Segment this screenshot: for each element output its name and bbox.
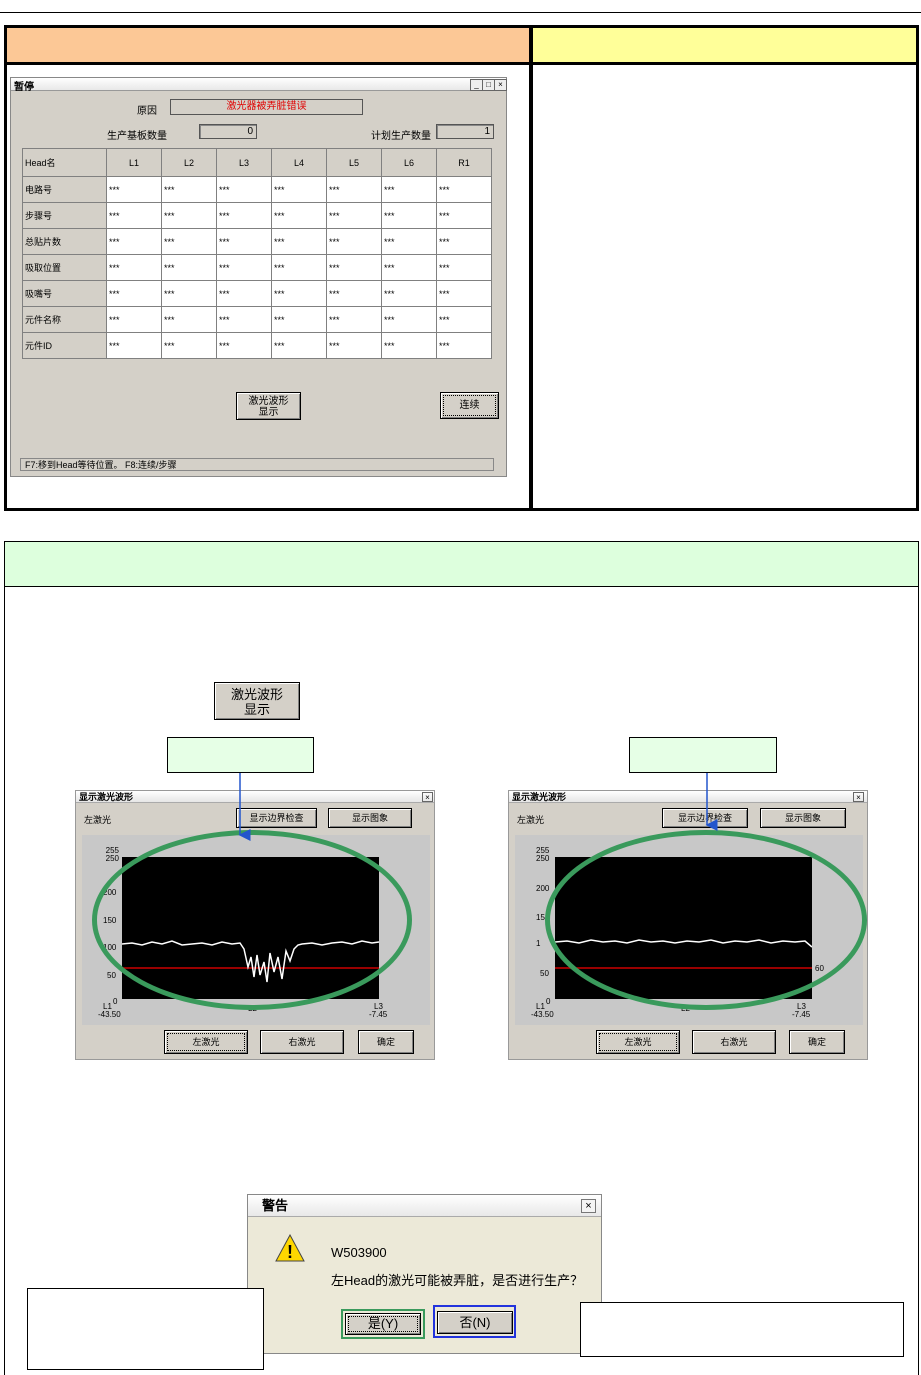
note-box-left: [27, 1288, 264, 1370]
warning-dialog: 警告 × ! W503900 左Head的激光可能被弄脏，是否进行生产？ 是(Y…: [247, 1194, 602, 1354]
note-box-right: [580, 1302, 904, 1357]
warning-icon: !: [275, 1234, 305, 1262]
dialog-title: 警告: [248, 1195, 601, 1217]
no-button[interactable]: 否(N): [437, 1311, 513, 1334]
warning-code: W503900: [331, 1245, 387, 1260]
close-icon[interactable]: ×: [581, 1199, 596, 1213]
svg-text:!: !: [287, 1242, 293, 1262]
annotation-arrows: [238, 773, 718, 1331]
warning-message: 左Head的激光可能被弄脏，是否进行生产？: [331, 1273, 584, 1288]
yes-button[interactable]: 是(Y): [345, 1313, 421, 1335]
